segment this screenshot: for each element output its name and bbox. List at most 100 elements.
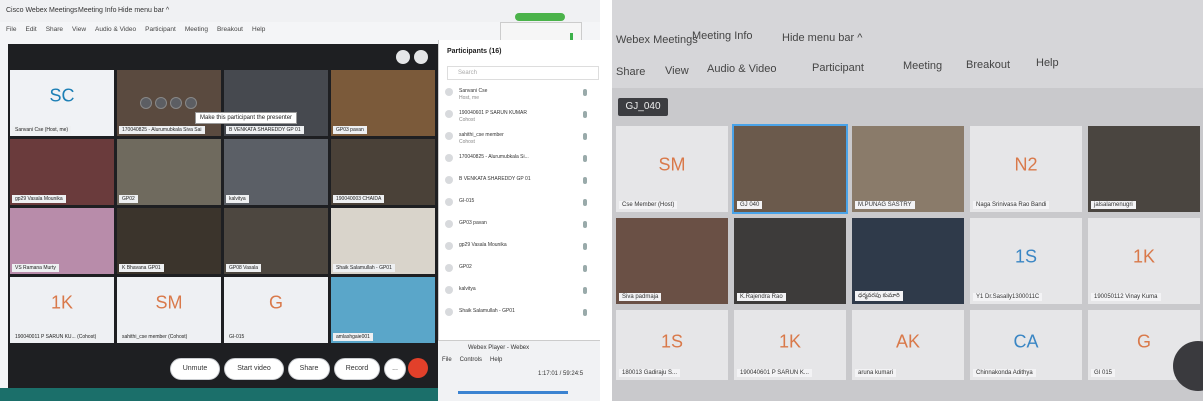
menu-item-photo[interactable]: View <box>665 65 689 77</box>
video-tile-photo[interactable]: AK aruna kumari <box>852 310 964 380</box>
menu-item[interactable]: Share <box>46 26 63 33</box>
menu-item-photo[interactable]: Breakout <box>966 59 1010 71</box>
video-tile[interactable]: 1K 190040011 P SARUN KU... (Cohost) <box>10 277 114 343</box>
mute-icon[interactable] <box>140 97 152 109</box>
participant-row[interactable]: Sanvani Cse Host, me <box>443 84 593 106</box>
video-tile-photo[interactable]: 1K 190050112 Vinay Kuma <box>1088 218 1200 304</box>
menu-item-photo[interactable]: Participant <box>812 62 864 74</box>
unmute-button[interactable]: Unmute <box>170 358 220 380</box>
grid-view-icon[interactable] <box>396 50 410 64</box>
avatar <box>445 264 453 272</box>
participant-name: Cse Member (Host) <box>619 201 678 209</box>
player-menu-item[interactable]: Controls <box>460 357 482 363</box>
mic-icon[interactable] <box>583 177 587 184</box>
mic-icon[interactable] <box>583 155 587 162</box>
video-tile-photo[interactable]: SM Cse Member (Host) <box>616 126 728 212</box>
mic-icon[interactable] <box>583 265 587 272</box>
menu-item[interactable]: File <box>6 26 16 33</box>
video-tile[interactable]: G GI-015 <box>224 277 328 343</box>
video-tile-photo[interactable]: 1S 180013 Gadiraju S... <box>616 310 728 380</box>
participant-row[interactable]: GI-015 <box>443 194 593 216</box>
video-tile[interactable]: GP08 Vasala <box>224 208 328 274</box>
presenter-icon[interactable] <box>170 97 182 109</box>
participant-row[interactable]: 170040825 - Alurumubkala Si... <box>443 150 593 172</box>
player-menu-item[interactable]: File <box>442 357 452 363</box>
avatar-initials: G <box>268 292 284 313</box>
participant-row[interactable]: gp29 Vasala Mounika <box>443 238 593 260</box>
video-tile-photo[interactable]: CA Chinnakonda Adithya <box>970 310 1082 380</box>
video-tile[interactable]: gp29 Vasala Mounika <box>10 139 114 205</box>
hide-menu-photo[interactable]: Hide menu bar ^ <box>782 32 862 44</box>
player-seek-slider[interactable] <box>458 391 568 394</box>
layout-icon[interactable] <box>414 50 428 64</box>
meeting-info-photo[interactable]: Meeting Info <box>692 30 753 42</box>
menu-item[interactable]: Edit <box>25 26 36 33</box>
video-tile[interactable]: VS Ramana Murty <box>10 208 114 274</box>
end-meeting-button[interactable] <box>408 358 428 378</box>
video-tile[interactable]: GP02 <box>117 139 221 205</box>
video-tile[interactable]: GP03 pavan <box>331 70 435 136</box>
video-tile[interactable]: K Bhavana GP01 <box>117 208 221 274</box>
participant-row[interactable]: GP02 <box>443 260 593 282</box>
menu-item[interactable]: Meeting <box>185 26 208 33</box>
participant-row[interactable]: sahithi_cse member Cohost <box>443 128 593 150</box>
mic-icon[interactable] <box>583 199 587 206</box>
record-button[interactable]: Record <box>334 358 380 380</box>
video-tile-photo[interactable]: M.PUNAG SASTRY <box>852 126 964 212</box>
mic-icon[interactable] <box>583 89 587 96</box>
avatar-initials: 1S <box>1014 246 1038 267</box>
video-tile-photo[interactable]: 1S Y1 Dr.Sasally1300011C <box>970 218 1082 304</box>
mic-icon[interactable] <box>583 111 587 118</box>
video-tile-photo[interactable]: N2 Naga Srinivasa Rao Bandi <box>970 126 1082 212</box>
video-icon[interactable] <box>155 97 167 109</box>
participant-row[interactable]: B VENKATA SHAREDDY GP 01 <box>443 172 593 194</box>
menu-item[interactable]: View <box>72 26 86 33</box>
menu-item[interactable]: Participant <box>145 26 176 33</box>
video-tile[interactable]: amlashgaie001 <box>331 277 435 343</box>
mic-icon[interactable] <box>583 309 587 316</box>
video-tile-photo[interactable]: K.Rajendra Rao <box>734 218 846 304</box>
mic-icon[interactable] <box>583 243 587 250</box>
participant-row[interactable]: kalvitya <box>443 282 593 304</box>
participant-name: 190040003 CHAIDA <box>333 195 385 203</box>
video-tile[interactable]: SM sahithi_cse member (Cohost) <box>117 277 221 343</box>
video-tile[interactable]: Shaik Salamullah - GP01 <box>331 208 435 274</box>
mic-icon[interactable] <box>583 221 587 228</box>
video-tile[interactable]: B VENKATA SHAREDDY GP 01 <box>224 70 328 136</box>
mic-icon[interactable] <box>583 287 587 294</box>
taskbar <box>0 388 438 401</box>
participant-row-name: Sanvani Cse <box>459 88 488 94</box>
participant-row[interactable]: 190040601 P SARUN KUMAR Cohost <box>443 106 593 128</box>
meeting-info-button[interactable]: Meeting Info <box>78 7 117 14</box>
participant-row[interactable]: Shaik Salamullah - GP01 <box>443 304 593 326</box>
participant-row[interactable]: GP03 pavan <box>443 216 593 238</box>
participant-search-input[interactable]: Search <box>447 66 599 80</box>
menu-item-photo[interactable]: Meeting <box>903 60 942 72</box>
mic-icon[interactable] <box>583 133 587 140</box>
participant-name: aruna kumari <box>855 369 897 377</box>
video-tile-photo[interactable]: ధర్మవరపు కుమారి <box>852 218 964 304</box>
start-video-button[interactable]: Start video <box>224 358 284 380</box>
menu-item[interactable]: Audio & Video <box>95 26 136 33</box>
menu-item-photo[interactable]: Share <box>616 66 645 78</box>
more-options-button[interactable]: ... <box>384 358 406 380</box>
menu-item-photo[interactable]: Audio & Video <box>707 63 777 75</box>
player-menu-item[interactable]: Help <box>490 357 502 363</box>
hide-menu-bar-button[interactable]: Hide menu bar ^ <box>118 7 169 14</box>
more-icon[interactable] <box>185 97 197 109</box>
share-button[interactable]: Share <box>288 358 330 380</box>
video-tile[interactable]: 170040825 - Alurumubkala Siva Sai <box>117 70 221 136</box>
participant-name: Siva padmaja <box>619 293 662 301</box>
video-tile-photo[interactable]: jalsalamenugri <box>1088 126 1200 212</box>
video-tile[interactable]: SC Sanvani Cse (Host, me) <box>10 70 114 136</box>
menu-item[interactable]: Breakout <box>217 26 243 33</box>
participants-header: Participants (16) <box>447 48 502 55</box>
video-tile-photo[interactable]: Siva padmaja <box>616 218 728 304</box>
menu-item[interactable]: Help <box>252 26 265 33</box>
participant-name: 190040011 P SARUN KU... (Cohost) <box>12 333 100 341</box>
video-tile[interactable]: kalvitya <box>224 139 328 205</box>
video-tile-photo[interactable]: GJ 040 <box>732 124 848 214</box>
video-tile-photo[interactable]: 1K 190040601 P SARUN K... <box>734 310 846 380</box>
video-tile[interactable]: 190040003 CHAIDA <box>331 139 435 205</box>
menu-item-photo[interactable]: Help <box>1036 57 1059 69</box>
